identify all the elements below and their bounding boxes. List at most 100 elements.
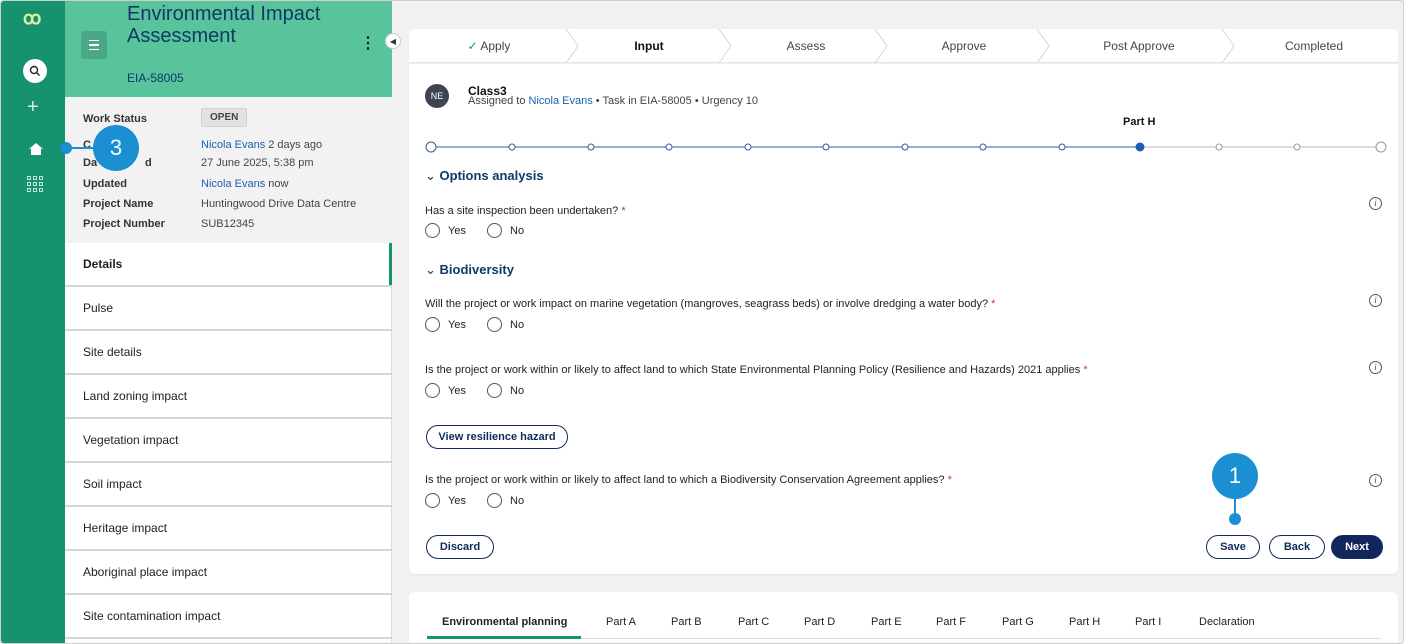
more-options-icon[interactable]: ⋮ bbox=[360, 33, 376, 53]
creator-link[interactable]: Nicola Evans bbox=[201, 139, 265, 151]
part-node[interactable] bbox=[425, 141, 437, 153]
part-node[interactable] bbox=[1293, 143, 1301, 151]
tab-part-a[interactable]: Part A bbox=[606, 616, 636, 628]
step-post-approve[interactable]: Post Approve bbox=[1049, 29, 1229, 63]
view-resilience-hazard-button[interactable]: View resilience hazard bbox=[426, 425, 568, 449]
left-rail: ꝏ + bbox=[1, 1, 65, 643]
part-tabs: Environmental planning Part A Part B Par… bbox=[409, 592, 1398, 643]
tab-part-f[interactable]: Part F bbox=[936, 616, 966, 628]
part-node[interactable] bbox=[587, 143, 595, 151]
nav-item-land-zoning[interactable]: Land zoning impact bbox=[65, 375, 392, 419]
part-node[interactable] bbox=[901, 143, 909, 151]
active-tab-indicator bbox=[427, 636, 581, 639]
info-icon[interactable]: i bbox=[1369, 361, 1382, 374]
radio-yes[interactable]: Yes bbox=[425, 223, 466, 238]
radio-no[interactable]: No bbox=[487, 383, 524, 398]
part-node[interactable] bbox=[1215, 143, 1223, 151]
question-label: Is the project or work within or likely … bbox=[425, 474, 952, 486]
record-sidebar: Environmental Impact Assessment EIA-5800… bbox=[65, 1, 392, 643]
tab-declaration[interactable]: Declaration bbox=[1199, 616, 1255, 628]
info-icon[interactable]: i bbox=[1369, 294, 1382, 307]
section-biodiversity[interactable]: ⌄ Biodiversity bbox=[425, 262, 514, 278]
section-title: Options analysis bbox=[439, 168, 544, 183]
collapse-sidebar-icon[interactable]: ◀ bbox=[385, 33, 401, 49]
radio-label: No bbox=[510, 224, 525, 237]
meta-value: Huntingwood Drive Data Centre bbox=[201, 198, 357, 210]
info-icon[interactable]: i bbox=[1369, 474, 1382, 487]
part-node[interactable] bbox=[979, 143, 987, 151]
updater-link[interactable]: Nicola Evans bbox=[201, 178, 265, 190]
tab-environmental-planning[interactable]: Environmental planning bbox=[442, 616, 567, 628]
tab-part-i[interactable]: Part I bbox=[1135, 616, 1161, 628]
nav-item-pulse[interactable]: Pulse bbox=[65, 287, 392, 331]
part-node[interactable] bbox=[744, 143, 752, 151]
save-button[interactable]: Save bbox=[1206, 535, 1260, 559]
section-options-analysis[interactable]: ⌄ Options analysis bbox=[425, 168, 544, 184]
question-text: Is the project or work within or likely … bbox=[425, 364, 1081, 376]
home-icon[interactable] bbox=[29, 142, 43, 155]
hamburger-menu-icon[interactable] bbox=[81, 31, 107, 59]
tab-part-h[interactable]: Part H bbox=[1069, 616, 1100, 628]
nav-item-aboriginal-place[interactable]: Aboriginal place impact bbox=[65, 551, 392, 595]
radio-label: No bbox=[510, 318, 525, 331]
check-icon: ✓ bbox=[467, 39, 478, 53]
radio-no[interactable]: No bbox=[487, 223, 524, 238]
discard-button[interactable]: Discard bbox=[426, 535, 494, 559]
nav-item-site-details[interactable]: Site details bbox=[65, 331, 392, 375]
assignee-link[interactable]: Nicola Evans bbox=[529, 95, 593, 107]
task-subtitle: Assigned to Nicola Evans • Task in EIA-5… bbox=[468, 95, 758, 107]
part-node[interactable] bbox=[822, 143, 830, 151]
step-completed[interactable]: Completed bbox=[1239, 29, 1389, 63]
part-node[interactable] bbox=[1375, 141, 1387, 153]
required-mark: * bbox=[1083, 364, 1088, 376]
tab-part-d[interactable]: Part D bbox=[804, 616, 835, 628]
chevron-down-icon: ⌄ bbox=[425, 168, 436, 183]
nav-item-soil[interactable]: Soil impact bbox=[65, 463, 392, 507]
tab-part-b[interactable]: Part B bbox=[671, 616, 702, 628]
part-node[interactable] bbox=[508, 143, 516, 151]
info-icon[interactable]: i bbox=[1369, 197, 1382, 210]
meta-value: 27 June 2025, 5:38 pm bbox=[201, 157, 314, 169]
meta-key: Work Status bbox=[83, 113, 147, 125]
meta-value: SUB12345 bbox=[201, 218, 255, 230]
status-badge: OPEN bbox=[201, 108, 248, 127]
part-node[interactable] bbox=[1058, 143, 1066, 151]
tab-part-e[interactable]: Part E bbox=[871, 616, 902, 628]
nav-item-vegetation[interactable]: Vegetation impact bbox=[65, 419, 392, 463]
radio-no[interactable]: No bbox=[487, 317, 524, 332]
section-nav: Details Pulse Site details Land zoning i… bbox=[65, 243, 392, 639]
required-mark: * bbox=[991, 298, 996, 310]
radio-yes[interactable]: Yes bbox=[425, 317, 466, 332]
add-icon[interactable]: + bbox=[27, 97, 39, 117]
apps-grid-icon[interactable] bbox=[27, 176, 43, 192]
search-icon[interactable] bbox=[23, 59, 47, 83]
workflow-stepper: ✓ Apply Input Assess Approve Post Approv… bbox=[409, 29, 1398, 63]
part-progress: Part H bbox=[425, 116, 1387, 159]
tab-part-c[interactable]: Part C bbox=[738, 616, 769, 628]
part-node-current[interactable] bbox=[1135, 142, 1145, 152]
question-text: Is the project or work within or likely … bbox=[425, 474, 945, 486]
app-logo-icon[interactable]: ꝏ bbox=[23, 9, 45, 27]
next-button[interactable]: Next bbox=[1331, 535, 1383, 559]
part-progress-track bbox=[425, 141, 1387, 153]
nav-item-heritage[interactable]: Heritage impact bbox=[65, 507, 392, 551]
step-assess[interactable]: Assess bbox=[731, 29, 881, 63]
radio-yes[interactable]: Yes bbox=[425, 383, 466, 398]
nav-item-site-contamination[interactable]: Site contamination impact bbox=[65, 595, 392, 639]
tab-part-g[interactable]: Part G bbox=[1002, 616, 1034, 628]
nav-item-details[interactable]: Details bbox=[65, 243, 392, 287]
radio-yes[interactable]: Yes bbox=[425, 493, 466, 508]
back-button[interactable]: Back bbox=[1269, 535, 1325, 559]
meta-value: 2 days ago bbox=[265, 139, 323, 151]
question-text: Has a site inspection been undertaken? bbox=[425, 205, 619, 217]
task-details: • Task in EIA-58005 • Urgency 10 bbox=[592, 95, 759, 107]
callout-3-dot bbox=[60, 142, 72, 154]
radio-no[interactable]: No bbox=[487, 493, 524, 508]
record-header: Environmental Impact Assessment EIA-5800… bbox=[65, 1, 392, 97]
step-approve[interactable]: Approve bbox=[889, 29, 1039, 63]
part-node[interactable] bbox=[665, 143, 673, 151]
step-apply[interactable]: ✓ Apply bbox=[409, 29, 569, 63]
step-input[interactable]: Input bbox=[574, 29, 724, 63]
task-form-card: NE Class3 Assigned to Nicola Evans • Tas… bbox=[409, 64, 1398, 574]
required-mark: * bbox=[621, 205, 626, 217]
